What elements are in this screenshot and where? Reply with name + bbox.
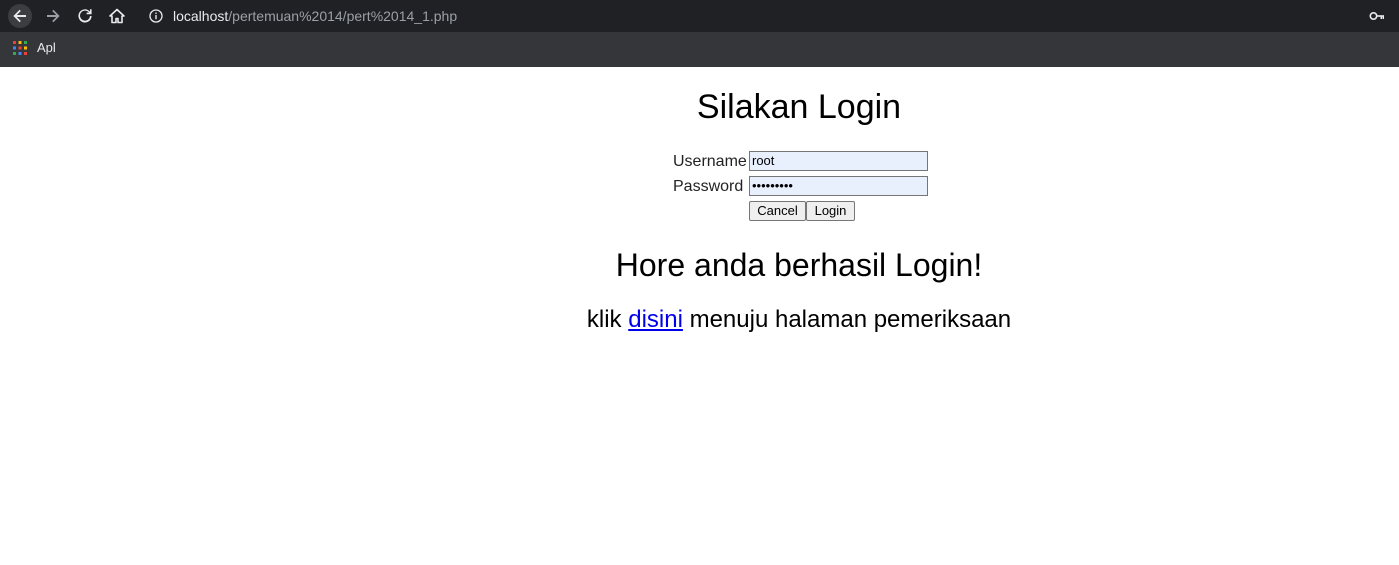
url-host: localhost — [173, 8, 229, 24]
apps-grid-icon[interactable] — [13, 41, 27, 55]
navigation-note: klik disini menuju halaman pemeriksaan — [587, 305, 1011, 335]
browser-toolbar: localhost/pertemuan%2014/pert%2014_1.php — [0, 0, 1399, 32]
page-title: Silakan Login — [696, 88, 902, 126]
password-field[interactable]: ••••••••• — [749, 176, 928, 196]
key-icon[interactable] — [1369, 9, 1385, 23]
password-label: Password — [673, 178, 744, 195]
note-suffix: menuju halaman pemeriksaan — [689, 306, 1012, 333]
url-path: /pertemuan%2014/pert%2014_1.php — [228, 8, 458, 24]
username-label: Username — [673, 153, 747, 170]
page-content: Silakan Login Username root Password •••… — [0, 67, 1399, 565]
cancel-button[interactable]: Cancel — [749, 201, 806, 221]
login-button[interactable]: Login — [806, 201, 855, 221]
navigation-note-row: klik disini menuju halaman pemeriksaan — [0, 305, 1399, 335]
browser-chrome: localhost/pertemuan%2014/pert%2014_1.php… — [0, 0, 1399, 67]
page-title-row: Silakan Login — [0, 87, 1399, 127]
info-icon[interactable] — [149, 9, 163, 23]
reload-icon — [78, 9, 92, 23]
forward-arrow-icon — [47, 9, 60, 23]
disini-link[interactable]: disini — [628, 306, 683, 333]
back-button[interactable] — [8, 4, 32, 28]
back-arrow-icon — [13, 9, 26, 23]
success-message-row: Hore anda berhasil Login! — [0, 245, 1399, 285]
username-field[interactable]: root — [749, 151, 928, 171]
success-message: Hore anda berhasil Login! — [615, 247, 983, 283]
reload-button[interactable] — [73, 4, 97, 28]
forward-button[interactable] — [41, 4, 65, 28]
address-url[interactable]: localhost/pertemuan%2014/pert%2014_1.php — [173, 8, 457, 24]
bookmarks-bar — [0, 32, 1399, 67]
home-button[interactable] — [105, 4, 129, 28]
note-prefix: klik — [586, 306, 622, 333]
bookmark-apps-label[interactable]: Apl — [37, 40, 56, 56]
home-icon — [109, 8, 125, 24]
